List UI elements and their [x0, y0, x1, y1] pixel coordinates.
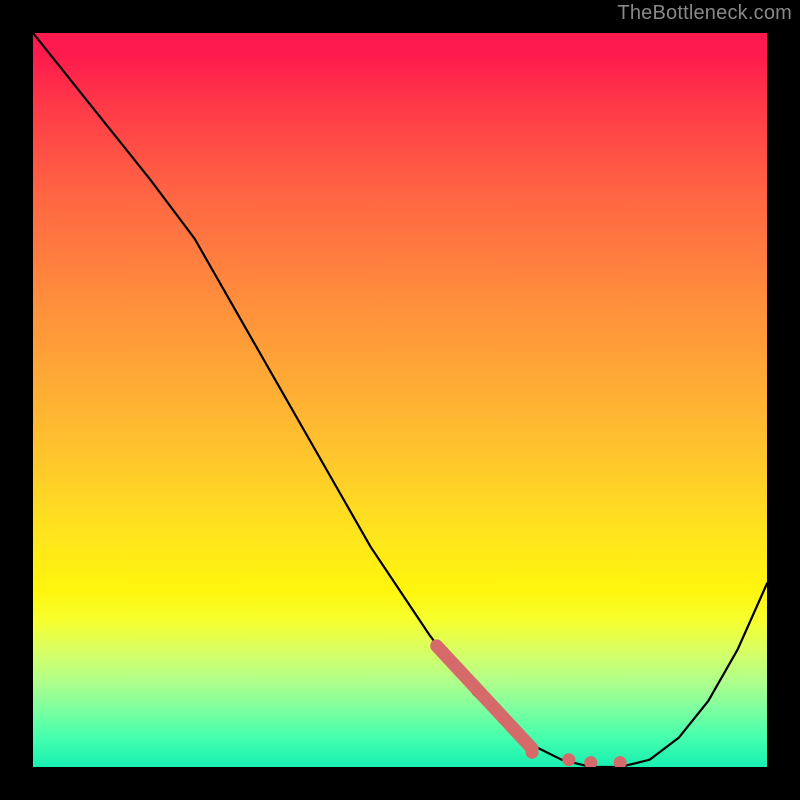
chart-stage: TheBottleneck.com — [0, 0, 800, 800]
plot-area — [33, 33, 767, 767]
highlight-thick-segment — [437, 646, 532, 749]
chart-overlay-svg — [33, 33, 767, 767]
highlight-dot — [526, 746, 539, 759]
highlight-dot — [614, 756, 627, 767]
highlight-dot — [584, 756, 597, 767]
highlight-dot — [562, 753, 575, 766]
watermark-text: TheBottleneck.com — [617, 2, 792, 25]
bottleneck-curve-path — [33, 33, 767, 767]
